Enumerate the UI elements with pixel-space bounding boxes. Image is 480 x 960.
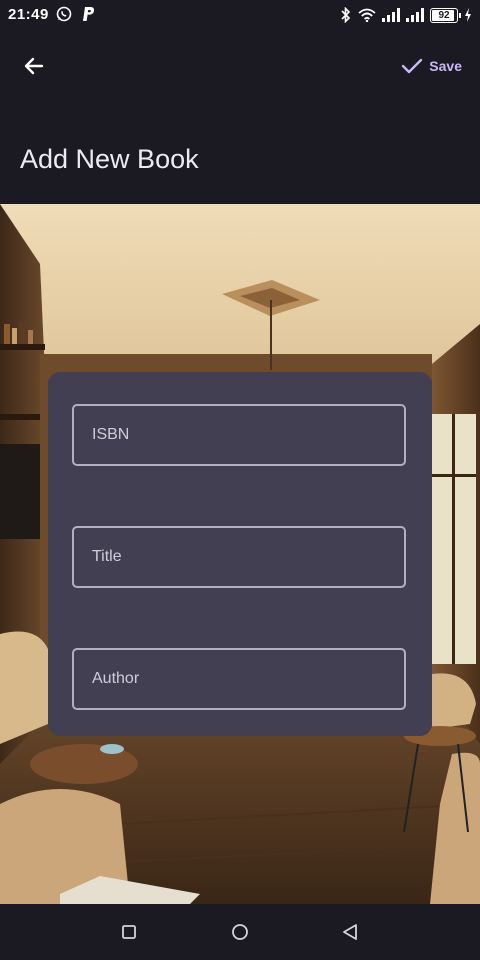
check-icon [402, 58, 423, 74]
paypal-icon [83, 7, 95, 21]
status-right-icons: 92 [340, 5, 472, 25]
save-button[interactable]: Save [401, 54, 462, 78]
battery-icon: 92 [430, 7, 461, 23]
status-bar: 21:49 92 [0, 0, 480, 30]
system-nav-bar [0, 904, 480, 960]
bluetooth-icon [341, 7, 351, 23]
wifi-icon [358, 8, 376, 22]
title-field[interactable]: Title [72, 526, 406, 588]
whatsapp-icon [56, 6, 72, 22]
arrow-left-icon[interactable] [18, 50, 50, 82]
page-title: Add New Book [20, 144, 199, 174]
add-book-form: ISBN Title Author [48, 372, 432, 736]
recent-apps-icon[interactable] [117, 920, 141, 944]
signal-icon [406, 8, 424, 22]
save-label: Save [429, 58, 462, 74]
isbn-field[interactable]: ISBN [72, 404, 406, 466]
back-icon[interactable] [338, 920, 362, 944]
signal-icon [382, 8, 400, 22]
charging-icon [465, 8, 471, 22]
battery-level: 92 [438, 9, 450, 21]
status-time: 21:49 [8, 6, 49, 23]
app-toolbar: Save [0, 30, 480, 102]
author-field[interactable]: Author [72, 648, 406, 710]
home-icon[interactable] [228, 920, 252, 944]
